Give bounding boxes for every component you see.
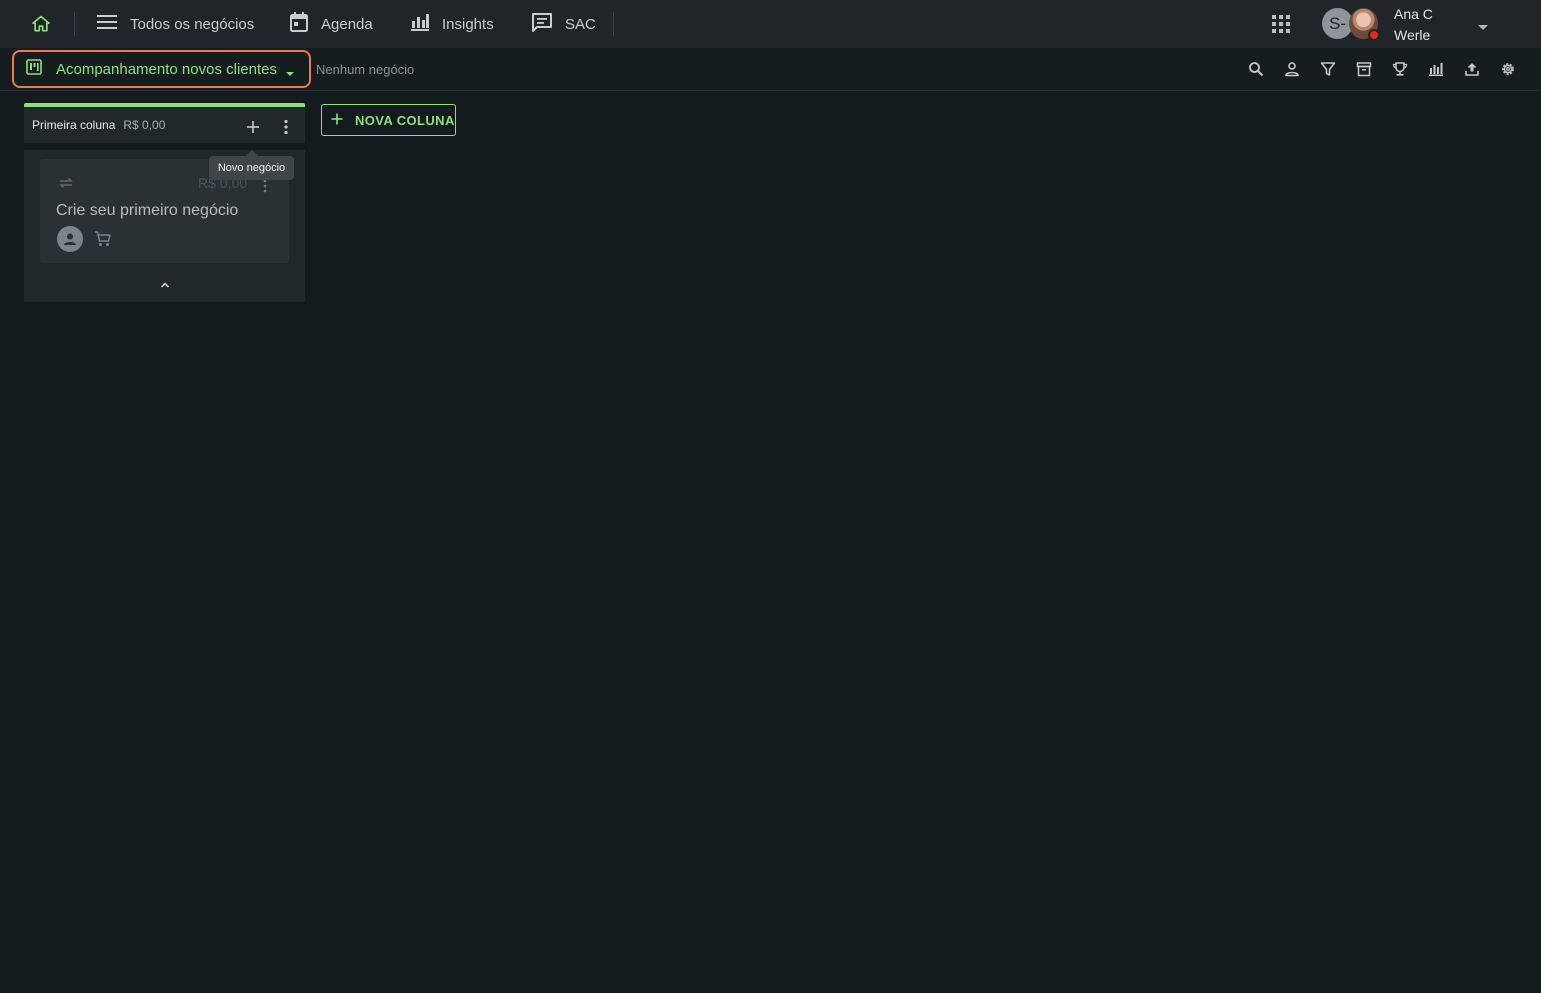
add-deal-tooltip: Novo negócio — [209, 156, 294, 180]
person-avatar-icon — [57, 226, 83, 252]
upload-icon[interactable] — [1462, 59, 1482, 79]
plus-icon — [331, 113, 343, 128]
pipeline-name: Acompanhamento novos clientes — [56, 60, 277, 78]
archive-icon[interactable] — [1354, 59, 1374, 79]
column-title: Primeira coluna — [32, 118, 116, 132]
column-more-menu-icon[interactable] — [278, 117, 294, 137]
column-total-value: R$ 0,00 — [123, 118, 166, 132]
nav-sac[interactable]: SAC — [531, 0, 596, 48]
kanban-board-icon — [26, 58, 42, 80]
nav-insights[interactable]: Insights — [410, 0, 494, 48]
nav-all-deals-label: Todos os negócios — [130, 15, 255, 33]
menu-icon — [96, 14, 118, 34]
repeat-icon — [57, 176, 75, 190]
shopping-cart-icon — [94, 230, 112, 248]
chevron-up-icon[interactable] — [158, 277, 172, 288]
nav-divider — [74, 12, 75, 36]
user-name-line2: Werle — [1394, 27, 1431, 43]
deal-card-title: Crie seu primeiro negócio — [56, 202, 239, 219]
nav-sac-label: SAC — [565, 15, 596, 33]
new-column-button[interactable]: NOVA COLUNA — [321, 104, 456, 136]
user-name[interactable]: Ana C Werle — [1394, 4, 1464, 46]
add-deal-button[interactable] — [243, 117, 263, 137]
deal-count: Nenhum negócio — [316, 62, 415, 77]
settings-icon[interactable] — [1498, 59, 1518, 79]
kanban-column: Primeira coluna R$ 0,00 R$ 0,00 Crie seu… — [24, 103, 305, 302]
pipeline-selector[interactable]: Acompanhamento novos clientes — [12, 50, 311, 88]
nav-all-deals[interactable]: Todos os negócios — [96, 0, 254, 48]
search-icon[interactable] — [1246, 59, 1266, 79]
user-name-line1: Ana C — [1394, 6, 1433, 22]
bar-chart-icon — [410, 12, 430, 36]
filter-icon[interactable] — [1318, 59, 1338, 79]
chevron-down-icon[interactable] — [1476, 19, 1490, 30]
top-navigation: Todos os negócios Agenda Insights SAC S-… — [0, 0, 1541, 48]
chart-icon[interactable] — [1426, 59, 1446, 79]
pipeline-toolbar: Acompanhamento novos clientes Nenhum neg… — [0, 48, 1541, 91]
trophy-icon[interactable] — [1390, 59, 1410, 79]
deal-card-more-icon — [262, 178, 268, 194]
nav-insights-label: Insights — [442, 15, 494, 33]
home-icon[interactable] — [28, 12, 54, 36]
nav-divider — [613, 12, 614, 36]
status-badge — [1368, 29, 1380, 41]
chat-icon — [531, 12, 553, 36]
nav-agenda-label: Agenda — [321, 15, 373, 33]
calendar-icon — [289, 11, 309, 37]
apps-grid-icon[interactable] — [1271, 14, 1291, 34]
toolbar-icons — [1246, 59, 1518, 79]
new-column-label: NOVA COLUNA — [355, 112, 455, 128]
chevron-down-icon — [285, 65, 295, 83]
person-icon[interactable] — [1282, 59, 1302, 79]
nav-agenda[interactable]: Agenda — [289, 0, 373, 48]
